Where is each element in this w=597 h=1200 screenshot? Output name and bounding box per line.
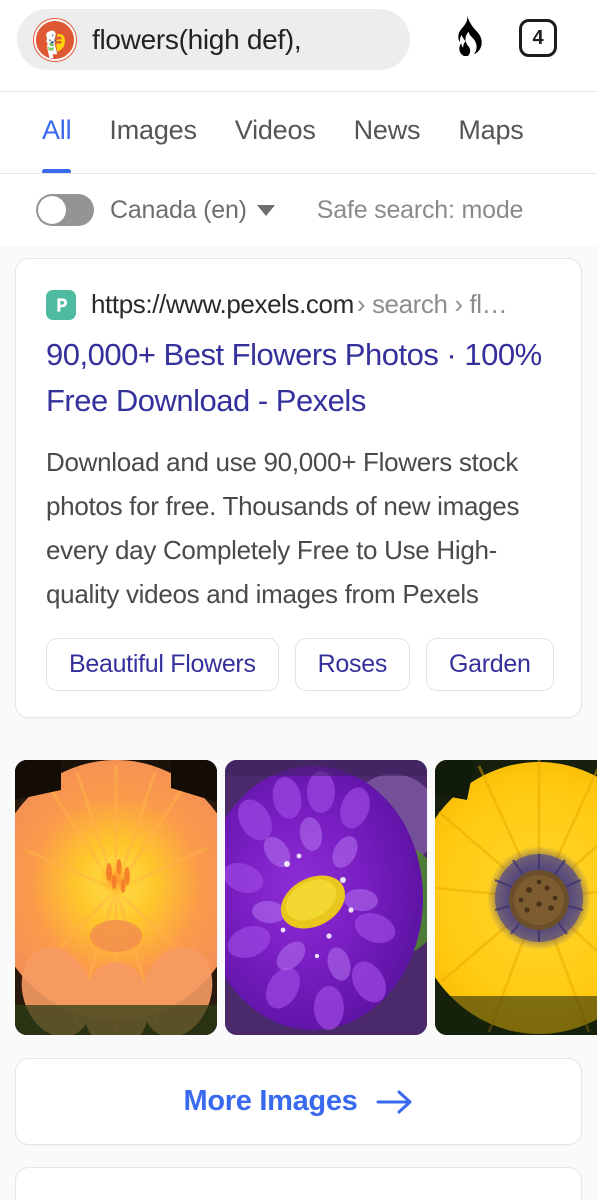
pexels-favicon-icon xyxy=(46,289,76,320)
tab-maps[interactable]: Maps xyxy=(458,115,523,150)
tab-all[interactable]: All xyxy=(42,115,72,173)
anonymous-search-toggle[interactable] xyxy=(36,194,94,226)
image-result-1[interactable] xyxy=(15,760,217,1035)
fire-button[interactable] xyxy=(443,14,491,62)
next-result-card[interactable] xyxy=(15,1167,582,1200)
result-title-link[interactable]: 90,000+ Best Flowers Photos · 100% Free … xyxy=(46,332,551,424)
result-url-domain: https://www.pexels.com xyxy=(91,289,354,319)
fire-icon xyxy=(450,15,484,61)
search-results-body: https://www.pexels.com › search › fl… 90… xyxy=(0,246,597,1200)
sitelink-chip-beautiful-flowers[interactable]: Beautiful Flowers xyxy=(46,638,279,691)
search-result-card[interactable]: https://www.pexels.com › search › fl… 90… xyxy=(15,258,582,718)
tab-images[interactable]: Images xyxy=(109,115,197,150)
image-result-3[interactable] xyxy=(435,760,597,1035)
result-url-path: › search › fl… xyxy=(356,289,508,319)
browser-toolbar: flowers(high def), 4 xyxy=(0,0,597,92)
duckduckgo-duck-icon[interactable] xyxy=(34,18,76,61)
image-result-2[interactable] xyxy=(225,760,427,1035)
arrow-right-icon xyxy=(376,1089,414,1115)
sitelink-chip-row: Beautiful Flowers Roses Garden xyxy=(46,638,554,691)
sitelink-chip-garden[interactable]: Garden xyxy=(426,638,554,691)
address-bar-text[interactable]: flowers(high def), xyxy=(92,24,301,56)
result-snippet: Download and use 90,000+ Flowers stock p… xyxy=(46,447,520,609)
search-settings-row: Canada (en) Safe search: mode xyxy=(0,174,597,246)
sitelink-chip-roses[interactable]: Roses xyxy=(294,638,411,691)
tab-switcher-button[interactable]: 4 xyxy=(514,14,562,62)
image-results-strip xyxy=(15,760,597,1035)
result-url-row[interactable]: https://www.pexels.com › search › fl… xyxy=(46,289,551,320)
search-vertical-tabs: All Images Videos News Maps xyxy=(0,92,597,174)
region-selector-label[interactable]: Canada (en) xyxy=(110,196,247,225)
address-bar[interactable]: flowers(high def), xyxy=(17,9,410,70)
toggle-knob xyxy=(38,196,66,224)
safe-search-label[interactable]: Safe search: mode xyxy=(317,196,524,225)
more-images-label: More Images xyxy=(183,1085,358,1117)
tab-videos[interactable]: Videos xyxy=(235,115,316,150)
tab-count-badge: 4 xyxy=(519,19,557,57)
tab-news[interactable]: News xyxy=(354,115,421,150)
chevron-down-icon[interactable] xyxy=(256,204,275,216)
more-images-button[interactable]: More Images xyxy=(15,1058,582,1145)
